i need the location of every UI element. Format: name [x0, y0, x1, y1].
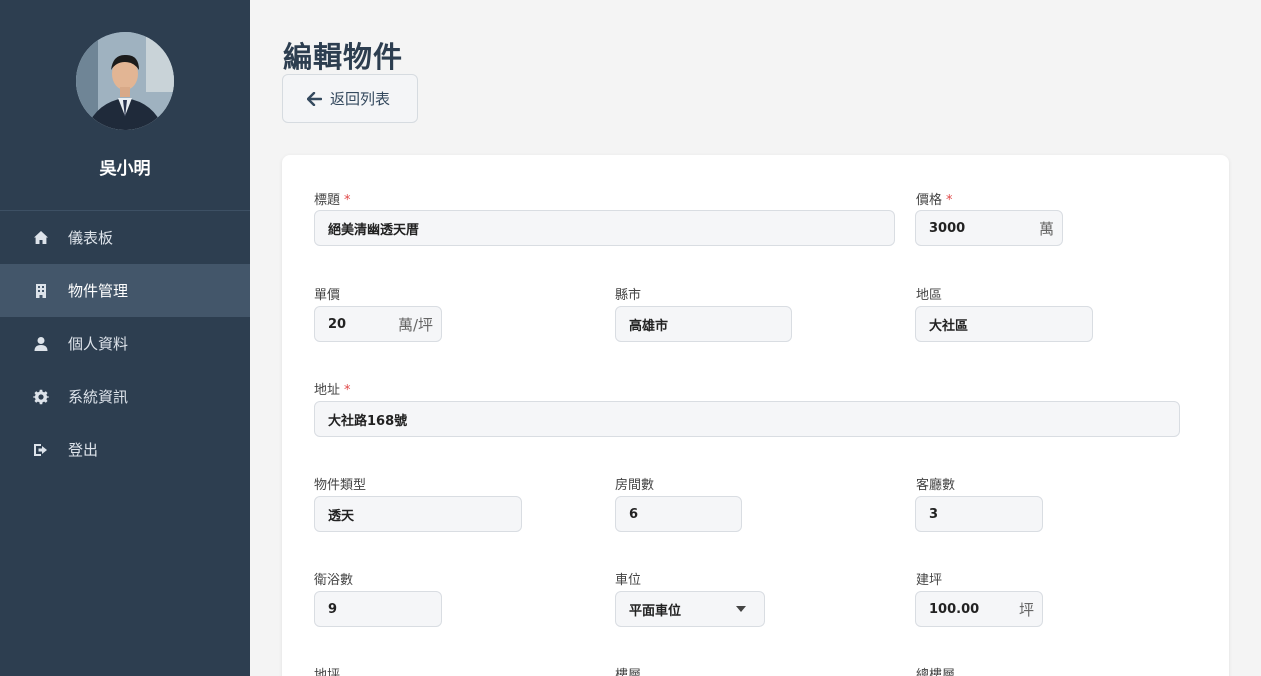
back-to-list-button[interactable]: 返回列表 — [282, 74, 418, 123]
sidebar-item-label: 儀表板 — [68, 229, 114, 247]
living-rooms-label: 客廳數 — [916, 478, 956, 493]
user-icon — [32, 335, 50, 353]
gear-icon — [32, 388, 50, 406]
building-area-input[interactable]: 100.00 坪 — [915, 591, 1043, 627]
district-label: 地區 — [916, 288, 943, 303]
sidebar-item-profile[interactable]: 個人資料 — [0, 317, 250, 370]
price-unit: 萬 — [1038, 219, 1054, 238]
property-type-input[interactable]: 透天 — [314, 496, 522, 532]
edit-property-form: 標題 * 絕美清幽透天厝 價格 * 3000 萬 單價 20 萬/坪 縣市 高雄市 地區… — [282, 155, 1229, 676]
sidebar-item-property-management[interactable]: 物件管理 — [0, 264, 250, 317]
rooms-input[interactable]: 6 — [615, 496, 742, 532]
sidebar: 吳小明 儀表板 物件管理 個人資料 系統資訊 登出 — [0, 0, 250, 676]
title-label: 標題 * — [314, 193, 351, 208]
city-label: 縣市 — [615, 288, 642, 303]
sidebar-item-logout[interactable]: 登出 — [0, 423, 250, 476]
parking-select[interactable]: 平面車位 — [615, 591, 765, 627]
unit-price-label: 單價 — [314, 288, 341, 303]
page-title: 編輯物件 — [283, 40, 404, 74]
rooms-label: 房間數 — [615, 478, 655, 493]
district-input[interactable]: 大社區 — [915, 306, 1093, 342]
address-input[interactable]: 大社路168號 — [314, 401, 1180, 437]
property-type-label: 物件類型 — [314, 478, 367, 493]
price-input[interactable]: 3000 萬 — [915, 210, 1063, 246]
sidebar-item-label: 個人資料 — [68, 335, 129, 353]
building-area-label: 建坪 — [916, 573, 943, 588]
logout-icon — [32, 441, 50, 459]
address-label: 地址 * — [314, 383, 351, 398]
required-mark: * — [344, 193, 351, 208]
required-mark: * — [946, 193, 953, 208]
chevron-down-icon — [736, 606, 746, 612]
sidebar-item-system-info[interactable]: 系統資訊 — [0, 370, 250, 423]
back-button-label: 返回列表 — [330, 90, 391, 108]
home-icon — [32, 229, 50, 247]
building-area-unit: 坪 — [1018, 600, 1034, 619]
arrow-left-icon — [307, 91, 322, 106]
bathrooms-input[interactable]: 9 — [314, 591, 442, 627]
city-input[interactable]: 高雄市 — [615, 306, 792, 342]
total-floors-label: 總樓層 — [916, 668, 956, 676]
building-icon — [32, 282, 50, 300]
user-name: 吳小明 — [99, 159, 151, 179]
sidebar-nav: 儀表板 物件管理 個人資料 系統資訊 登出 — [0, 211, 250, 476]
unit-price-unit: 萬/坪 — [397, 315, 433, 334]
avatar — [76, 32, 174, 130]
unit-price-input[interactable]: 20 萬/坪 — [314, 306, 442, 342]
bathrooms-label: 衛浴數 — [314, 573, 354, 588]
required-mark: * — [344, 383, 351, 398]
floor-label: 樓層 — [615, 668, 642, 676]
price-label: 價格 * — [916, 193, 953, 208]
sidebar-item-label: 系統資訊 — [68, 388, 129, 406]
land-area-label: 地坪 — [314, 668, 341, 676]
living-rooms-input[interactable]: 3 — [915, 496, 1043, 532]
sidebar-item-label: 登出 — [68, 441, 99, 459]
sidebar-item-label: 物件管理 — [68, 282, 129, 300]
user-profile: 吳小明 — [0, 0, 250, 211]
parking-label: 車位 — [615, 573, 642, 588]
title-input[interactable]: 絕美清幽透天厝 — [314, 210, 895, 246]
sidebar-item-dashboard[interactable]: 儀表板 — [0, 211, 250, 264]
